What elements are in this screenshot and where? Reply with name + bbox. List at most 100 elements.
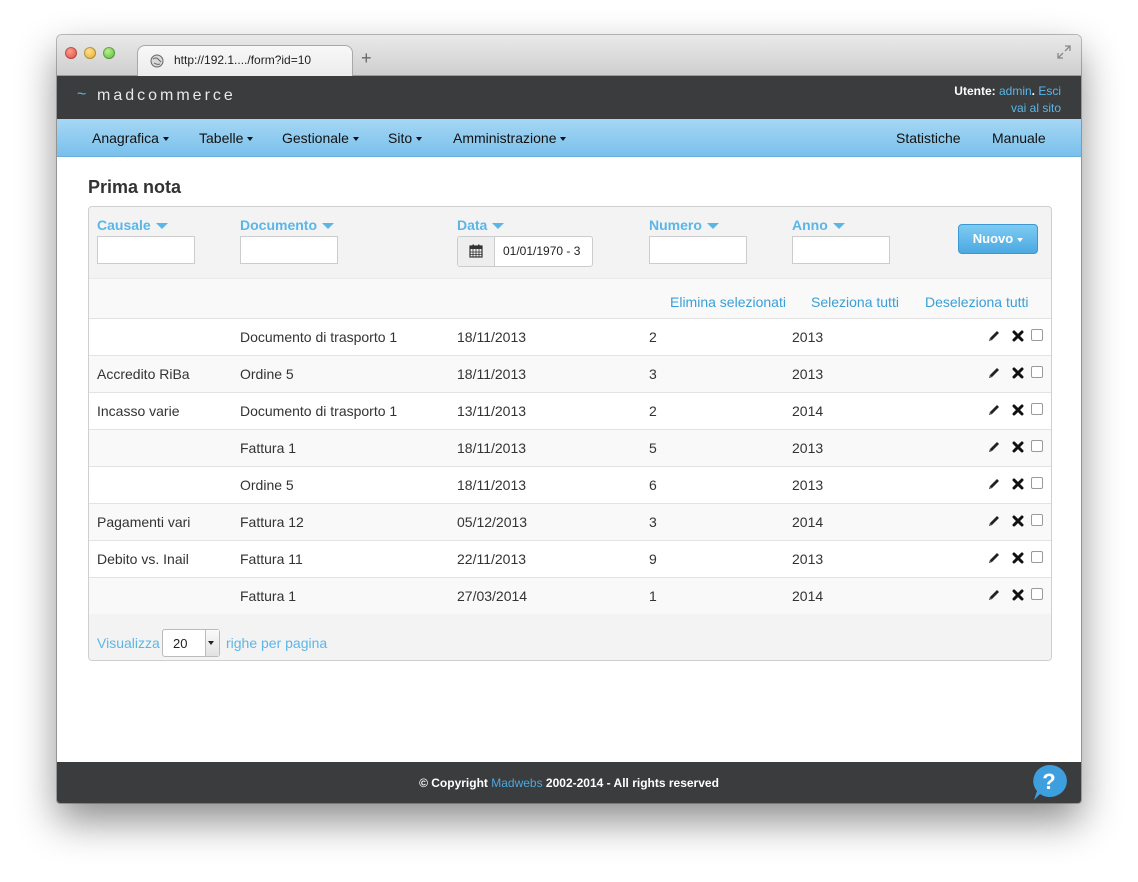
question-bubble-icon[interactable]: ?	[1030, 763, 1068, 803]
sort-anno[interactable]: Anno	[792, 217, 845, 233]
nav-gestionale[interactable]: Gestionale	[282, 130, 359, 146]
documento-filter-input[interactable]	[240, 236, 338, 264]
nav-anagrafica[interactable]: Anagrafica	[92, 130, 169, 146]
app-logo[interactable]: madcommerce	[97, 87, 236, 105]
table-row: Incasso varie Documento di trasporto 1 13/…	[89, 392, 1051, 429]
user-name-link[interactable]: admin	[999, 84, 1032, 98]
cross-icon[interactable]	[1011, 440, 1025, 454]
caret-down-icon	[162, 137, 169, 142]
cross-icon[interactable]	[1011, 514, 1025, 528]
pencil-icon[interactable]	[987, 366, 1001, 380]
cross-icon[interactable]	[1011, 366, 1025, 380]
calendar-icon	[469, 244, 483, 258]
table-row: Documento di trasporto 1 18/11/2013 2 2013	[89, 318, 1051, 355]
pencil-icon[interactable]	[987, 588, 1001, 602]
prima-nota-panel: Causale Documento Data 01/01/1970 - 3 Nu…	[88, 206, 1052, 661]
row-checkbox[interactable]	[1031, 440, 1043, 452]
new-tab-button[interactable]: +	[361, 48, 372, 69]
browser-tab[interactable]: http://192.1..../form?id=10	[137, 45, 353, 76]
sort-numero[interactable]: Numero	[649, 217, 719, 233]
select-all-link[interactable]: Seleziona tutti	[811, 294, 899, 310]
numero-filter-input[interactable]	[649, 236, 747, 264]
cell-data: 18/11/2013	[457, 440, 527, 456]
new-entry-button[interactable]: Nuovo	[958, 224, 1038, 254]
fullscreen-icon[interactable]	[1057, 45, 1071, 59]
nav-manuale[interactable]: Manuale	[992, 130, 1046, 146]
pencil-icon[interactable]	[987, 477, 1001, 491]
sort-data[interactable]: Data	[457, 217, 505, 233]
company-link[interactable]: Madwebs	[491, 776, 542, 790]
cell-documento: Fattura 1	[240, 440, 297, 456]
goto-site-link[interactable]: vai al sito	[1011, 101, 1061, 115]
cell-numero: 2	[649, 329, 657, 345]
rows-per-page-label: righe per pagina	[226, 635, 328, 651]
table-row: Pagamenti vari Fattura 12 05/12/2013 3 2014	[89, 503, 1051, 540]
cell-numero: 2	[649, 403, 657, 419]
cell-numero: 9	[649, 551, 657, 567]
pencil-icon[interactable]	[987, 329, 1001, 343]
cell-documento: Documento di trasporto 1	[240, 403, 398, 419]
cell-documento: Ordine 5	[240, 477, 294, 493]
filter-label-text: Causale	[97, 217, 151, 233]
caret-down-icon	[208, 641, 214, 645]
bulk-actions-row: Elimina selezionati Seleziona tutti Dese…	[89, 278, 1051, 319]
delete-selected-link[interactable]: Elimina selezionati	[670, 294, 786, 310]
pencil-icon[interactable]	[987, 440, 1001, 454]
row-checkbox[interactable]	[1031, 329, 1043, 341]
pencil-icon[interactable]	[987, 551, 1001, 565]
cell-documento: Fattura 1	[240, 588, 297, 604]
cell-data: 18/11/2013	[457, 477, 527, 493]
anno-filter-input[interactable]	[792, 236, 890, 264]
row-checkbox[interactable]	[1031, 403, 1043, 415]
app-footer: © Copyright Madwebs 2002-2014 - All righ…	[57, 762, 1081, 803]
deselect-all-link[interactable]: Deseleziona tutti	[925, 294, 1029, 310]
cell-numero: 3	[649, 366, 657, 382]
filter-label-text: Anno	[792, 217, 828, 233]
nav-label: Gestionale	[282, 130, 349, 146]
nav-label: Sito	[388, 130, 413, 146]
cross-icon[interactable]	[1011, 588, 1025, 602]
logout-link[interactable]: Esci	[1038, 84, 1061, 98]
cell-anno: 2013	[792, 329, 824, 345]
window-minimize-button[interactable]	[84, 47, 96, 59]
cross-icon[interactable]	[1011, 403, 1025, 417]
cell-causale: Accredito RiBa	[97, 366, 190, 382]
cell-anno: 2013	[792, 551, 824, 567]
table-row: Ordine 5 18/11/2013 6 2013	[89, 466, 1051, 503]
cross-icon[interactable]	[1011, 477, 1025, 491]
window-close-button[interactable]	[65, 47, 77, 59]
cell-data: 27/03/2014	[457, 588, 528, 604]
new-entry-label: Nuovo	[972, 231, 1014, 246]
row-checkbox[interactable]	[1031, 366, 1043, 378]
nav-amministrazione[interactable]: Amministrazione	[453, 130, 567, 146]
nav-tabelle[interactable]: Tabelle	[199, 130, 254, 146]
nav-statistiche[interactable]: Statistiche	[896, 130, 961, 146]
nav-sito[interactable]: Sito	[388, 130, 423, 146]
calendar-button[interactable]	[458, 237, 495, 266]
row-checkbox[interactable]	[1031, 588, 1043, 600]
user-label: Utente:	[954, 84, 999, 98]
cell-anno: 2014	[792, 588, 824, 604]
sort-down-icon	[832, 223, 845, 230]
sort-documento[interactable]: Documento	[240, 217, 334, 233]
cross-icon[interactable]	[1011, 551, 1025, 565]
app-header: ~ madcommerce Utente: admin. Esci vai al…	[57, 76, 1081, 119]
window-zoom-button[interactable]	[103, 47, 115, 59]
table-row: Fattura 1 27/03/2014 1 2014	[89, 577, 1051, 614]
pencil-icon[interactable]	[987, 403, 1001, 417]
date-range-picker[interactable]: 01/01/1970 - 3	[457, 236, 593, 267]
cross-icon[interactable]	[1011, 329, 1025, 343]
sort-causale[interactable]: Causale	[97, 217, 168, 233]
pencil-icon[interactable]	[987, 514, 1001, 528]
browser-chrome: http://192.1..../form?id=10 +	[57, 35, 1081, 76]
row-checkbox[interactable]	[1031, 477, 1043, 489]
causale-filter-input[interactable]	[97, 236, 195, 264]
caret-down-icon	[416, 137, 423, 142]
cell-documento: Ordine 5	[240, 366, 294, 382]
cell-data: 22/11/2013	[457, 551, 527, 567]
row-checkbox[interactable]	[1031, 551, 1043, 563]
row-checkbox[interactable]	[1031, 514, 1043, 526]
rows-per-page-select[interactable]: 20	[162, 629, 220, 657]
caret-down-icon	[560, 137, 567, 142]
globe-icon	[150, 54, 164, 68]
